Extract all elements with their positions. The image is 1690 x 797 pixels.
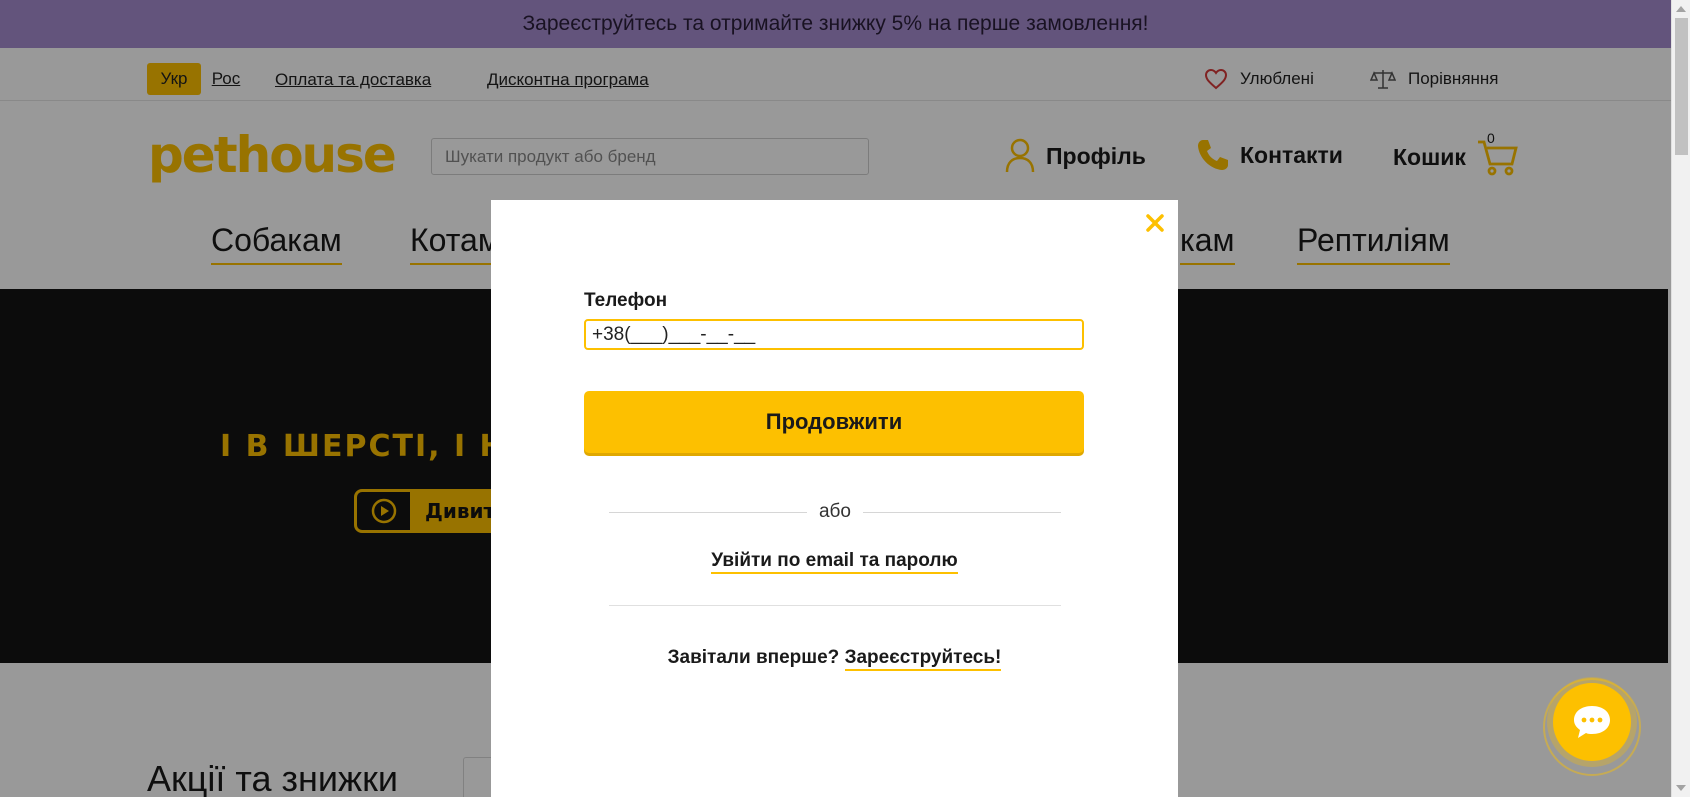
or-line-right: [863, 511, 1061, 513]
register-link[interactable]: Зареєструйтесь!: [844, 647, 1002, 671]
chat-icon: [1574, 706, 1610, 738]
scroll-up-arrow[interactable]: [1676, 6, 1686, 12]
chat-button[interactable]: [1553, 683, 1631, 761]
phone-input[interactable]: [584, 319, 1084, 350]
or-line-left: [609, 511, 807, 513]
email-login-link[interactable]: Увійти по email та паролю: [711, 550, 958, 574]
modal-divider: [609, 605, 1061, 606]
or-text: або: [818, 501, 852, 522]
or-separator: або: [609, 500, 1061, 524]
close-icon[interactable]: [1144, 212, 1166, 234]
phone-label: Телефон: [584, 290, 668, 311]
scroll-thumb[interactable]: [1675, 18, 1688, 155]
login-modal: Телефон Продовжити або Увійти по email т…: [491, 200, 1178, 797]
scrollbar[interactable]: [1671, 0, 1690, 797]
email-login-row: Увійти по email та паролю: [491, 550, 1178, 574]
scroll-down-arrow[interactable]: [1676, 785, 1686, 791]
continue-button[interactable]: Продовжити: [584, 391, 1084, 453]
first-visit-text: Завітали вперше?: [667, 647, 840, 668]
register-row: Завітали вперше? Зареєструйтесь!: [491, 647, 1178, 671]
